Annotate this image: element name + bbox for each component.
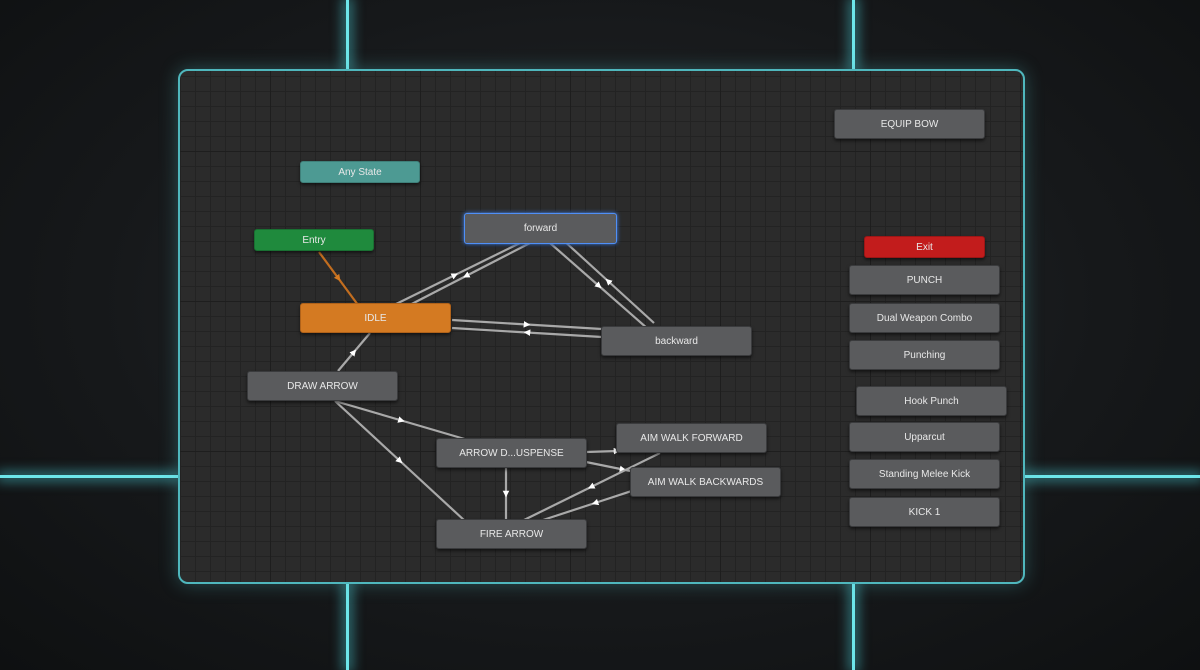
state-hook-punch[interactable]: Hook Punch: [856, 386, 1007, 416]
state-punching[interactable]: Punching: [849, 340, 1000, 370]
state-backward[interactable]: backward: [601, 326, 752, 356]
glow-line: [0, 475, 178, 478]
transition-backward-idle: [451, 326, 603, 339]
glow-line: [852, 581, 855, 670]
state-entry[interactable]: Entry: [254, 229, 374, 251]
glow-line: [346, 581, 349, 670]
transition-entry-idle: [318, 251, 359, 306]
transition-idle-backward: [451, 318, 603, 331]
glow-line: [852, 0, 855, 69]
state-equip-bow[interactable]: EQUIP BOW: [834, 109, 985, 139]
transition-forward-backward: [549, 242, 649, 330]
state-aim-walk-forward[interactable]: AIM WALK FORWARD: [616, 423, 767, 453]
state-exit[interactable]: Exit: [864, 236, 985, 258]
state-fire-arrow[interactable]: FIRE ARROW: [436, 519, 587, 549]
state-aim-walk-backwards[interactable]: AIM WALK BACKWARDS: [630, 467, 781, 497]
glow-line: [346, 0, 349, 69]
state-standing-melee-kick[interactable]: Standing Melee Kick: [849, 459, 1000, 489]
transition-backward-forward: [561, 238, 655, 324]
state-dual-weapon-combo[interactable]: Dual Weapon Combo: [849, 303, 1000, 333]
state-arrow-suspense[interactable]: ARROW D...USPENSE: [436, 438, 587, 468]
transition-forward-idle: [401, 242, 531, 310]
animator-graph-panel[interactable]: Any State Entry IDLE forward backward DR…: [178, 69, 1025, 584]
state-forward[interactable]: forward: [464, 213, 617, 244]
state-draw-arrow[interactable]: DRAW ARROW: [247, 371, 398, 401]
state-any-state[interactable]: Any State: [300, 161, 420, 183]
glow-line: [1022, 475, 1200, 478]
state-kick-1[interactable]: KICK 1: [849, 497, 1000, 527]
transition-idle-forward: [389, 242, 521, 308]
transition-draw-idle: [337, 332, 371, 372]
state-idle[interactable]: IDLE: [300, 303, 451, 333]
transition-draw-suspense: [334, 399, 469, 442]
state-punch[interactable]: PUNCH: [849, 265, 1000, 295]
state-uppercut[interactable]: Upparcut: [849, 422, 1000, 452]
